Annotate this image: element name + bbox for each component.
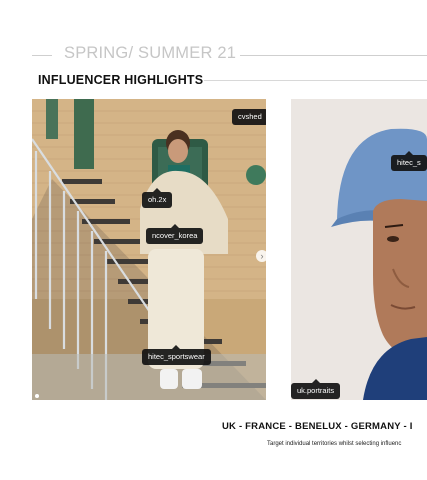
territory-france: FRANCE - (245, 421, 293, 432)
photo-tag-hitec-sportswear[interactable]: hitec_sportswear (142, 345, 211, 365)
territory-list: UK - FRANCE - BENELUX - GERMANY - I (222, 421, 413, 432)
season-header: SPRING/ SUMMER 21 (0, 44, 427, 66)
influencer-photo-2[interactable]: hitec_s uk.portraits (291, 99, 427, 400)
photo-tag-uk-portraits[interactable]: uk.portraits (291, 379, 341, 399)
season-divider-left (32, 55, 52, 56)
section-header: INFLUENCER HIGHLIGHTS (0, 72, 427, 90)
season-divider-right (240, 55, 427, 56)
photo-tag-cvshed[interactable]: cvshed (232, 109, 266, 125)
territory-benelux: BENELUX - (295, 421, 349, 432)
influencer-photo-1[interactable]: cvshed oh.2x ncover_korea hitec_sportswe… (32, 99, 266, 400)
territories-note: Target individual territories whilst sel… (267, 441, 402, 447)
photo-tag-hitec-s[interactable]: hitec_s (391, 151, 427, 171)
section-title: INFLUENCER HIGHLIGHTS (38, 73, 204, 87)
chevron-right-icon[interactable]: › (256, 250, 268, 262)
territory-germany: GERMANY (350, 421, 401, 432)
photo-tag-oh2x[interactable]: oh.2x (142, 188, 173, 208)
photo-tag-ncover-korea[interactable]: ncover_korea (146, 224, 204, 244)
season-title: SPRING/ SUMMER 21 (64, 44, 237, 62)
territory-uk: UK - (222, 421, 243, 432)
photo-2-image (291, 99, 427, 400)
section-divider (204, 80, 427, 81)
carousel-indicator (35, 394, 39, 398)
territory-more: - I (403, 421, 413, 432)
